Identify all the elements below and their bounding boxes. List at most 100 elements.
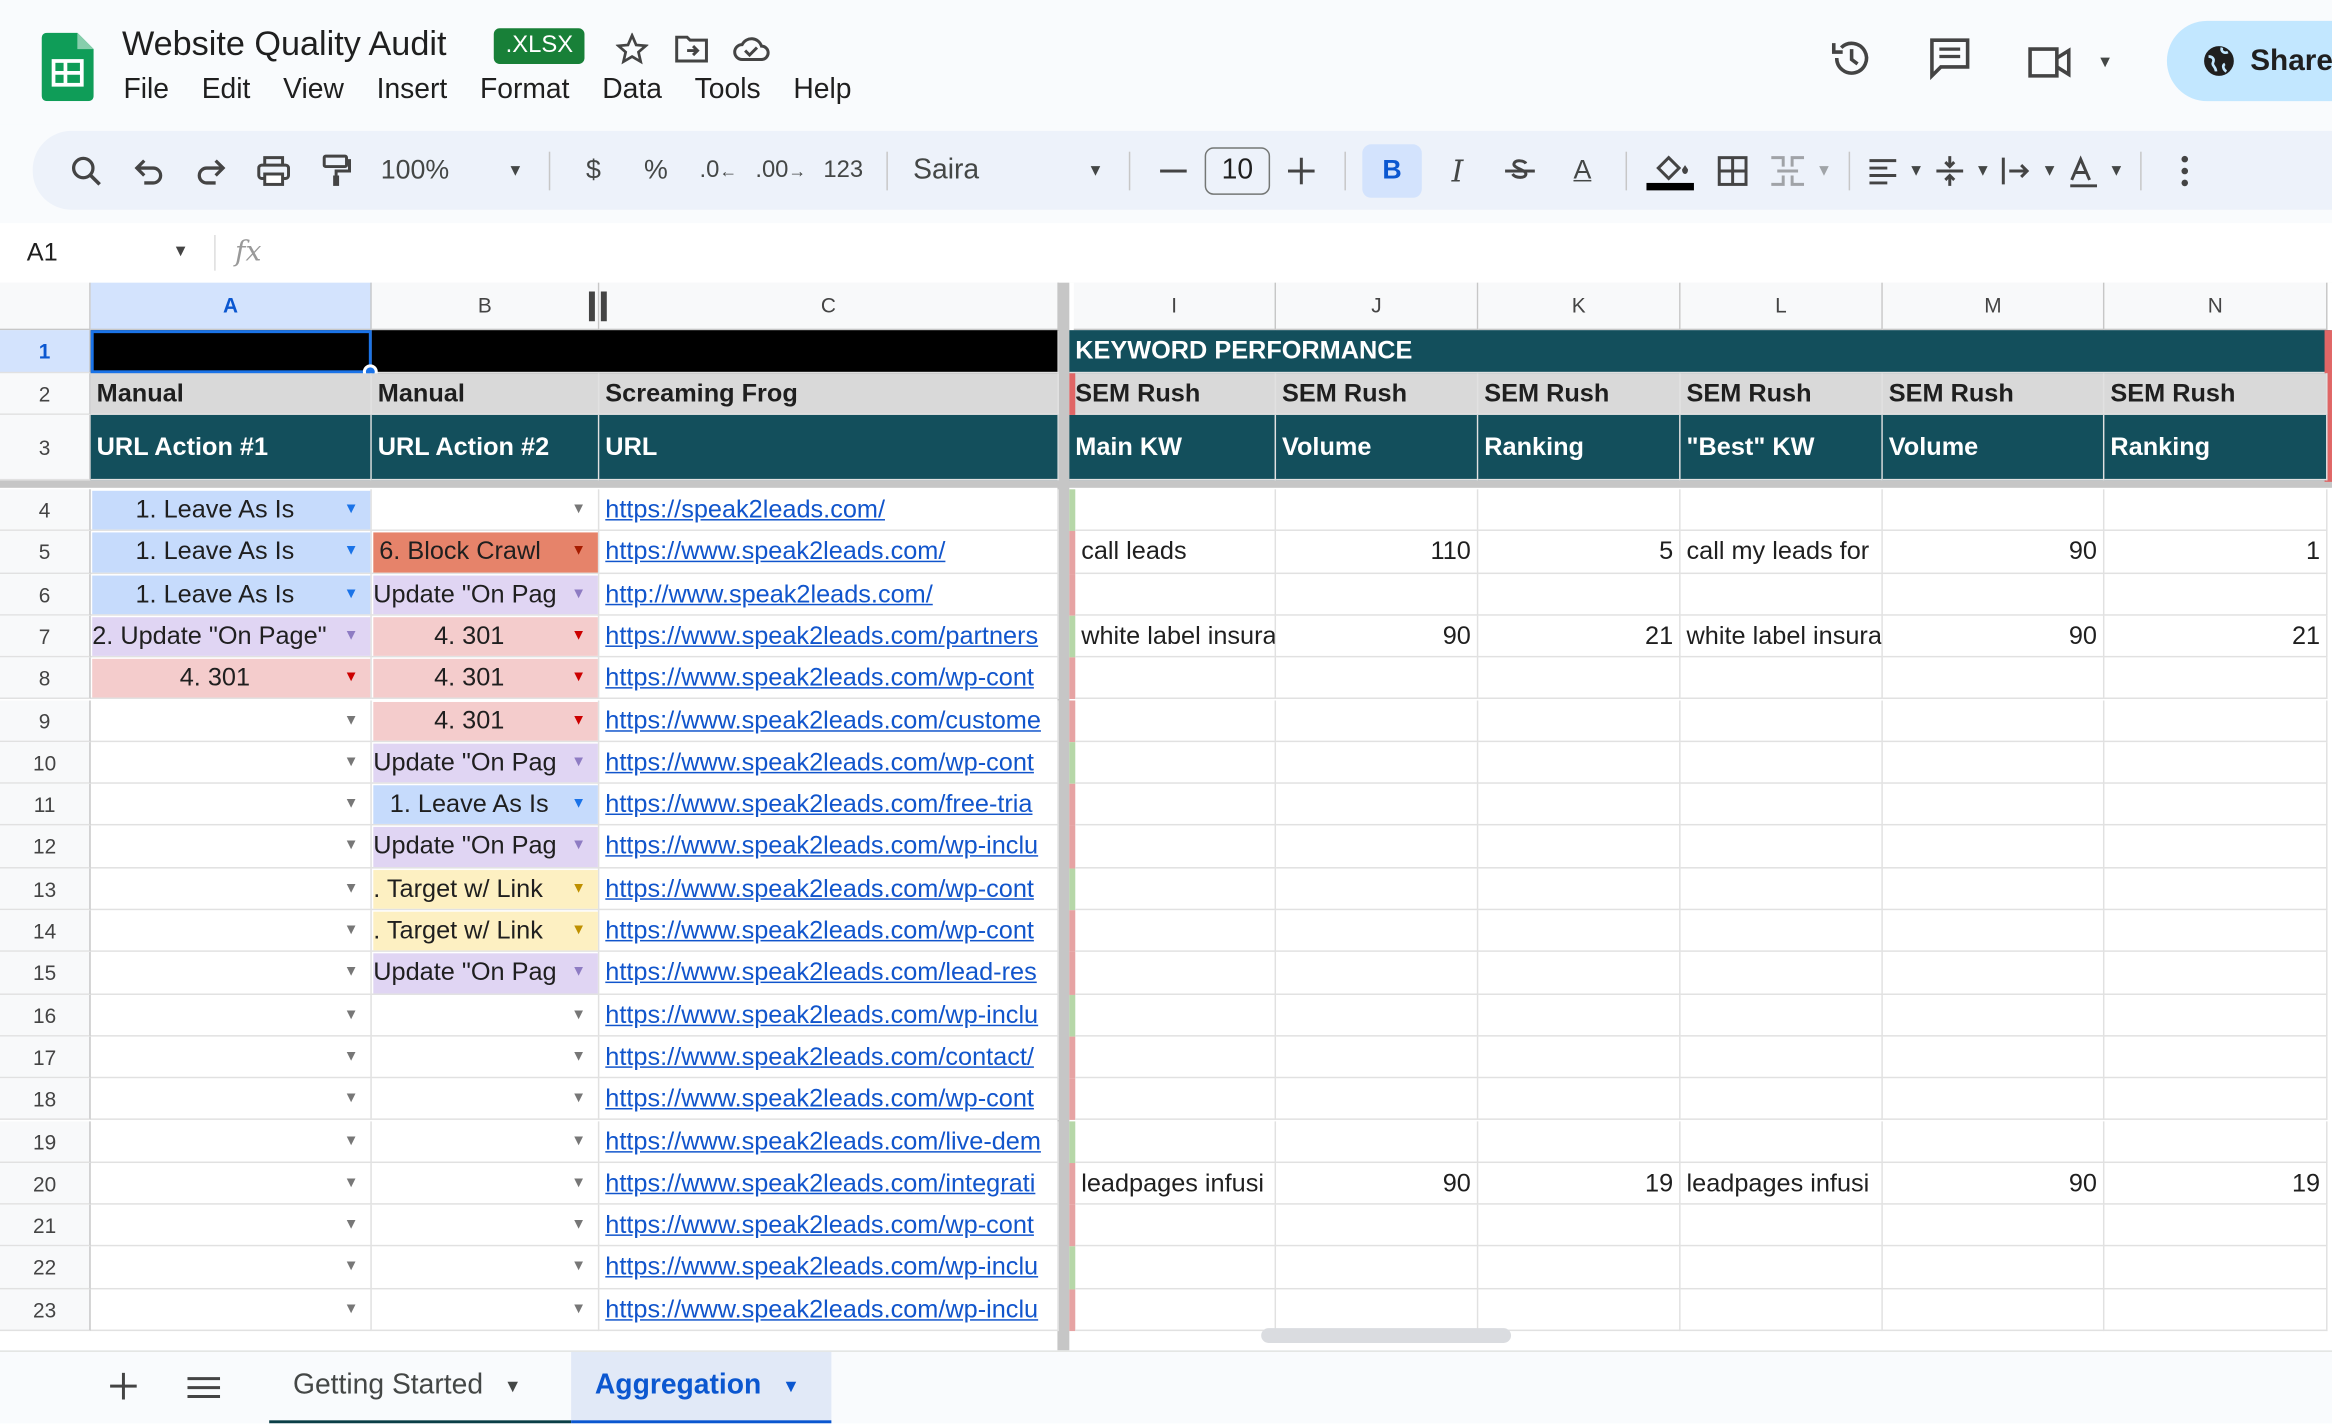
url-link[interactable]: https://www.speak2leads.com/wp-cont (599, 868, 1059, 911)
keyword-cell-l15[interactable] (1680, 952, 1883, 995)
percent-format-button[interactable]: % (629, 144, 683, 198)
keyword-cell-l5[interactable]: call my leads for (1680, 531, 1883, 574)
number-cell-j11[interactable] (1276, 783, 1479, 826)
keyword-cell-l4[interactable] (1680, 489, 1883, 532)
borders-icon[interactable] (1706, 144, 1760, 198)
chevron-down-icon[interactable]: ▼ (344, 954, 359, 993)
row-header-8[interactable]: 8 (0, 657, 91, 700)
number-cell-n11[interactable] (2104, 783, 2328, 826)
number-cell-j23[interactable] (1276, 1288, 1479, 1332)
status-chip[interactable]: 1. Leave As Is ▼ (92, 490, 371, 530)
chevron-down-icon[interactable]: ▼ (571, 575, 586, 614)
text-wrap-icon[interactable]: ▼ (2000, 144, 2058, 198)
cell-a1-selected[interactable] (90, 330, 372, 374)
sheet-tab-aggregation[interactable]: Aggregation ▼ (571, 1351, 832, 1424)
header-cell-m3[interactable]: Volume (1882, 414, 2105, 481)
header-cell-l2[interactable]: SEM Rush (1680, 373, 1883, 415)
chevron-down-icon[interactable]: ▼ (344, 491, 359, 530)
status-chip[interactable]: ▼ (373, 1290, 598, 1329)
keyword-performance-header[interactable]: KEYWORD PERFORMANCE (1069, 330, 2332, 374)
header-cell-n2[interactable]: SEM Rush (2104, 373, 2328, 415)
number-cell-j5[interactable]: 110 (1276, 531, 1479, 574)
row-header-16[interactable]: 16 (0, 994, 91, 1037)
number-cell-k11[interactable] (1478, 783, 1681, 826)
row-header-4[interactable]: 4 (0, 489, 91, 532)
row-header-2[interactable]: 2 (0, 373, 91, 415)
row-header-6[interactable]: 6 (0, 573, 91, 616)
row-header-13[interactable]: 13 (0, 868, 91, 911)
merge-cells-icon[interactable]: ▼ (1768, 144, 1832, 198)
menu-format[interactable]: Format (480, 74, 570, 107)
chevron-down-icon[interactable]: ▼ (571, 827, 586, 866)
status-chip[interactable]: ▼ (92, 785, 370, 824)
chevron-down-icon[interactable]: ▼ (344, 1122, 359, 1161)
header-cell-b2[interactable]: Manual (371, 373, 600, 415)
chevron-down-icon[interactable]: ▼ (782, 1376, 800, 1397)
menu-file[interactable]: File (123, 74, 169, 107)
number-cell-j6[interactable] (1276, 573, 1479, 616)
status-chip[interactable]: ▼ (92, 1122, 370, 1161)
number-cell-j21[interactable] (1276, 1204, 1479, 1247)
number-cell-m13[interactable] (1882, 868, 2105, 911)
number-cell-j12[interactable] (1276, 825, 1479, 869)
url-link[interactable]: https://www.speak2leads.com/wp-cont (599, 1078, 1059, 1121)
url-link[interactable]: https://www.speak2leads.com/wp-inclu (599, 825, 1059, 869)
number-cell-n19[interactable] (2104, 1120, 2328, 1163)
number-cell-n20[interactable]: 19 (2104, 1162, 2328, 1205)
chevron-down-icon[interactable]: ▼ (571, 743, 586, 782)
number-cell-j17[interactable] (1276, 1036, 1479, 1079)
number-cell-k12[interactable] (1478, 825, 1681, 869)
status-chip[interactable]: ▼ (92, 701, 370, 740)
increase-font-size-icon[interactable] (1275, 144, 1329, 198)
keyword-cell-l13[interactable] (1680, 868, 1883, 911)
row-header-3[interactable]: 3 (0, 414, 91, 481)
chevron-down-icon[interactable]: ▼ (173, 242, 189, 260)
header-cell-k2[interactable]: SEM Rush (1478, 373, 1681, 415)
url-link[interactable]: https://www.speak2leads.com/wp-cont (599, 910, 1059, 953)
url-link[interactable]: https://www.speak2leads.com/wp-inclu (599, 1288, 1059, 1332)
number-cell-j18[interactable] (1276, 1078, 1479, 1121)
number-cell-k8[interactable] (1478, 657, 1681, 700)
header-cell-k3[interactable]: Ranking (1478, 414, 1681, 481)
number-cell-j20[interactable]: 90 (1276, 1162, 1479, 1205)
chevron-down-icon[interactable]: ▼ (571, 701, 586, 740)
frozen-row-divider[interactable] (0, 480, 2332, 488)
chevron-down-icon[interactable]: ▼ (571, 659, 586, 698)
share-button[interactable]: Share (2166, 20, 2332, 102)
number-format-button[interactable]: 123 (816, 144, 870, 198)
sheet-tab-getting-started[interactable]: Getting Started ▼ (269, 1352, 572, 1424)
status-chip[interactable]: ▼ (92, 743, 370, 782)
number-cell-n22[interactable] (2104, 1246, 2328, 1289)
chevron-down-icon[interactable]: ▼ (504, 1376, 522, 1397)
number-cell-k9[interactable] (1478, 699, 1681, 742)
row-header-23[interactable]: 23 (0, 1288, 91, 1332)
number-cell-m5[interactable]: 90 (1882, 531, 2105, 574)
number-cell-k10[interactable] (1478, 741, 1681, 784)
url-link[interactable]: https://www.speak2leads.com/wp-cont (599, 1204, 1059, 1247)
status-chip[interactable]: ▼ (373, 1206, 598, 1245)
keyword-cell-i7[interactable]: white label insura (1075, 615, 1277, 658)
menu-edit[interactable]: Edit (202, 74, 251, 107)
status-chip[interactable]: 4. 301 ▼ (373, 617, 598, 657)
chevron-down-icon[interactable]: ▼ (344, 575, 359, 614)
column-header-l[interactable]: L (1680, 282, 1883, 331)
number-cell-j19[interactable] (1276, 1120, 1479, 1163)
font-size-input[interactable]: 10 (1204, 146, 1271, 195)
status-chip[interactable]: . Target w/ Link ▼ (373, 869, 598, 909)
column-header-m[interactable]: M (1882, 282, 2105, 331)
url-link[interactable]: https://www.speak2leads.com/live-dem (599, 1120, 1059, 1163)
fill-color-icon[interactable] (1643, 144, 1697, 198)
header-cell-i3[interactable]: Main KW (1069, 414, 1277, 481)
menu-view[interactable]: View (283, 74, 344, 107)
keyword-cell-l11[interactable] (1680, 783, 1883, 826)
keyword-cell-l22[interactable] (1680, 1246, 1883, 1289)
chevron-down-icon[interactable]: ▼ (571, 1206, 586, 1245)
vertical-align-icon[interactable]: ▼ (1933, 144, 1991, 198)
number-cell-k7[interactable]: 21 (1478, 615, 1681, 658)
status-chip[interactable]: ▼ (92, 1080, 370, 1119)
horizontal-align-icon[interactable]: ▼ (1866, 144, 1924, 198)
status-chip[interactable]: 4. 301 ▼ (373, 659, 598, 699)
italic-button[interactable]: I (1431, 144, 1485, 198)
number-cell-m17[interactable] (1882, 1036, 2105, 1079)
chevron-down-icon[interactable]: ▼ (571, 617, 586, 656)
